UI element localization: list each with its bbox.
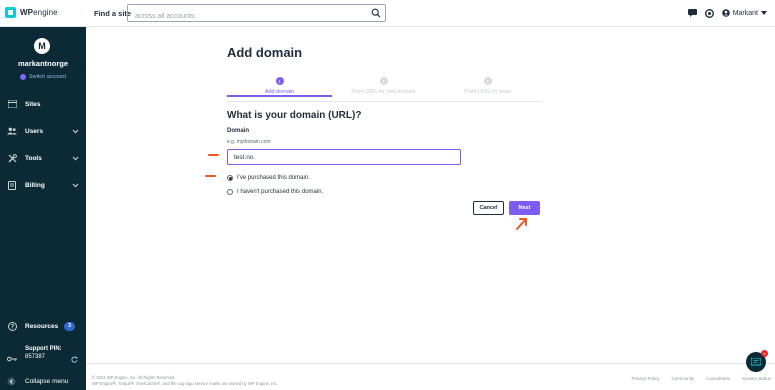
chat-notification-badge: 4: [761, 350, 768, 357]
switch-account-label: Switch account: [29, 74, 66, 80]
sidebar-item-label: Billing: [25, 181, 45, 189]
sidebar-item-label: Tools: [25, 154, 42, 162]
radio-not-purchased-option[interactable]: I haven't purchased this domain.: [227, 189, 323, 195]
step-point-dns-www: 3 Point DNS for www: [435, 77, 540, 95]
site-search-input[interactable]: [128, 8, 358, 25]
support-pin-value: 857387: [25, 354, 46, 360]
tools-icon: [7, 153, 17, 163]
sidebar-item-tools[interactable]: Tools: [0, 151, 86, 165]
user-avatar-icon: [721, 9, 730, 17]
user-name: Markant: [732, 9, 758, 17]
progress-stepper: 1 Add domain 2 Point DNS for root domain…: [227, 77, 541, 102]
radio-purchased-option[interactable]: I've purchased this domain.: [227, 175, 310, 181]
next-button[interactable]: Next: [509, 201, 540, 215]
logo-text-bold: WP: [20, 8, 34, 17]
resources-count-badge: 3: [64, 321, 75, 331]
sites-icon: [7, 99, 17, 109]
key-icon: [7, 349, 17, 367]
sidebar-item-label: Sites: [25, 100, 41, 108]
step-number: 3: [483, 77, 492, 85]
switch-account-link[interactable]: Switch account: [0, 74, 86, 80]
step-label: Point DNS for root domain: [351, 89, 416, 95]
find-site-label: Find a site: [94, 9, 132, 18]
radio-not-purchased-label: I haven't purchased this domain.: [237, 189, 324, 195]
support-pin-label: Support PIN:: [25, 346, 62, 352]
step-point-dns-root: 2 Point DNS for root domain: [331, 77, 436, 95]
collapse-arrow-icon: [7, 377, 16, 388]
step-add-domain: 1 Add domain: [227, 77, 332, 97]
domain-input[interactable]: [227, 149, 461, 165]
sidebar-item-label: Users: [25, 127, 44, 135]
wp-engine-logo-icon: [5, 7, 16, 18]
step-number: 2: [379, 77, 388, 85]
account-avatar: M: [34, 38, 50, 54]
footer: © 2021 WP Engine, Inc. All Rights Reserv…: [86, 363, 775, 390]
copyright-line: WP Engine®, Torque®, EverCache®, and the…: [92, 380, 278, 386]
annotation-mark: [208, 154, 219, 156]
logo-text-rest: engine: [33, 8, 58, 17]
chevron-down-icon: [72, 129, 79, 134]
radio-purchased-label: I've purchased this domain.: [237, 175, 310, 181]
search-icon[interactable]: [371, 8, 381, 18]
site-search-box[interactable]: [127, 4, 386, 25]
switch-account-icon: [20, 74, 26, 80]
sidebar-item-users[interactable]: Users: [0, 124, 86, 138]
chat-widget-button[interactable]: 4: [746, 350, 768, 372]
footer-link-privacy[interactable]: Privacy Policy: [631, 376, 659, 381]
refresh-icon[interactable]: [71, 350, 78, 368]
help-lifebuoy-icon[interactable]: [705, 8, 715, 18]
step-number: 1: [275, 77, 284, 85]
sidebar-item-resources[interactable]: ? Resources 3: [0, 319, 86, 333]
annotation-mark: [205, 175, 216, 177]
form-question: What is your domain (URL)?: [227, 110, 362, 121]
users-icon: [7, 126, 17, 136]
chat-bubble-icon: [751, 357, 761, 366]
user-menu[interactable]: Markant: [721, 9, 767, 17]
cancel-button[interactable]: Cancel: [473, 201, 504, 215]
domain-field-label: Domain: [227, 128, 250, 134]
chevron-down-icon: [72, 183, 79, 188]
footer-links: Privacy Policy Community Consultants Sys…: [631, 376, 771, 381]
step-label: Point DNS for www: [463, 89, 512, 95]
collapse-menu-label: Collapse menu: [25, 378, 69, 385]
footer-link-system-status[interactable]: System Status: [742, 376, 771, 381]
main-content: Add domain 1 Add domain 2 Point DNS for …: [86, 27, 775, 390]
page-title: Add domain: [227, 45, 303, 60]
sidebar: M markantnorge Switch account Sites User…: [0, 27, 86, 390]
footer-link-consultants[interactable]: Consultants: [706, 376, 730, 381]
top-bar: WPengine Find a site Markant: [0, 0, 775, 27]
footer-link-community[interactable]: Community: [671, 376, 694, 381]
top-right-controls: Markant: [688, 8, 767, 18]
radio-purchased[interactable]: [227, 175, 233, 181]
domain-field-hint: e.g. mydomain.com: [227, 139, 271, 145]
sidebar-item-sites[interactable]: Sites: [0, 97, 86, 111]
wp-engine-logo[interactable]: WPengine: [5, 7, 58, 18]
chevron-down-icon: [761, 11, 767, 15]
active-step-indicator: [227, 95, 332, 97]
chevron-down-icon: [72, 156, 79, 161]
question-circle-icon: ?: [7, 321, 17, 331]
sidebar-item-label: Resources: [25, 322, 59, 330]
sidebar-item-billing[interactable]: Billing: [0, 178, 86, 192]
annotation-arrow-icon: [516, 218, 527, 230]
svg-text:?: ?: [10, 323, 14, 330]
collapse-menu-button[interactable]: Collapse menu: [0, 373, 86, 390]
support-pin: Support PIN: 857387: [25, 345, 62, 361]
radio-not-purchased[interactable]: [227, 189, 233, 195]
account-name: markantnorge: [17, 59, 68, 68]
chat-icon[interactable]: [688, 8, 698, 18]
copyright: © 2021 WP Engine, Inc. All Rights Reserv…: [92, 375, 278, 386]
billing-icon: [7, 180, 17, 190]
